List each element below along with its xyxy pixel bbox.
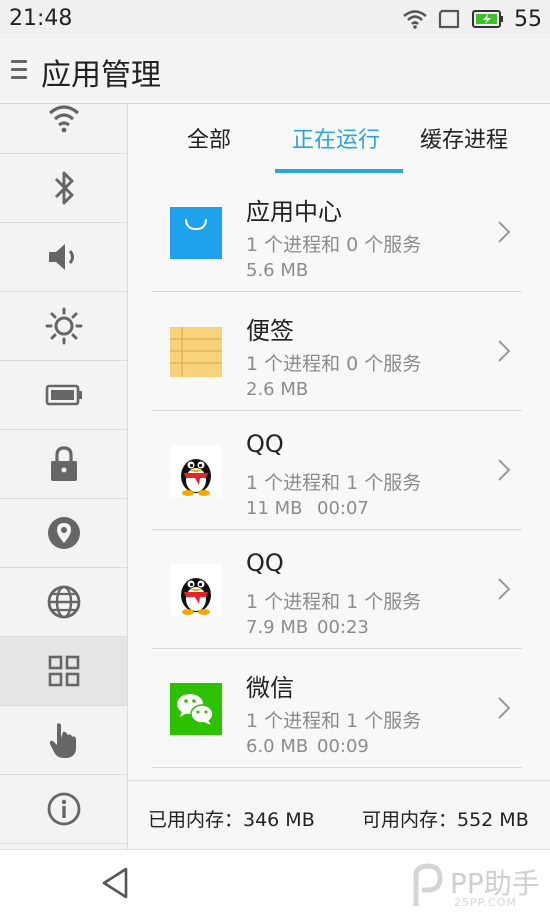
app-memory-size: 6.0 MB: [246, 736, 309, 757]
app-process-info: 1 个进程和 1 个服务: [246, 591, 422, 613]
app-name: 便签: [246, 317, 294, 345]
app-memory-size: 11 MB: [246, 498, 303, 519]
sidebar-item-apps[interactable]: [0, 637, 127, 706]
watermark-logo: PP助手 25PP.COM: [410, 858, 540, 914]
globe-icon: [47, 585, 80, 619]
qq-icon: [170, 564, 222, 616]
volume-icon: [48, 244, 74, 270]
app-process-info: 1 个进程和 1 个服务: [246, 472, 422, 494]
sim-card-icon: [438, 9, 460, 29]
battery-percent: 55: [514, 6, 542, 32]
status-bar: 21:48 55: [0, 0, 550, 38]
chevron-right-icon: [498, 340, 511, 362]
battery-icon: [45, 384, 82, 406]
app-memory-size: 5.6 MB: [246, 260, 309, 281]
back-icon[interactable]: [100, 866, 130, 900]
app-run-time: 00:23: [317, 617, 369, 638]
memory-free: 可用内存：552 MB: [362, 809, 529, 831]
qq-icon: [170, 445, 222, 497]
app-name: 微信: [246, 674, 294, 702]
chevron-right-icon: [498, 578, 511, 600]
sidebar-item-bluetooth[interactable]: [0, 154, 127, 223]
sidebar-item-about[interactable]: [0, 775, 127, 844]
lock-icon: [50, 446, 77, 481]
chevron-right-icon: [498, 221, 511, 243]
status-icons: 55: [402, 4, 542, 34]
app-name: QQ: [246, 430, 284, 458]
app-run-time: 00:09: [317, 736, 369, 757]
brightness-icon: [45, 307, 82, 345]
app-manager-content: 全部 正在运行 缓存进程 应用中心 1 个进程和 0 个服务 5.6 MB 便签…: [128, 104, 550, 849]
battery-charging-icon: [472, 10, 503, 28]
app-name: 应用中心: [246, 198, 342, 226]
app-row-qq[interactable]: QQ 1 个进程和 1 个服务 11 MB 00:07: [152, 412, 522, 530]
app-row-app-center[interactable]: 应用中心 1 个进程和 0 个服务 5.6 MB: [152, 174, 522, 292]
apps-grid-icon: [48, 655, 79, 687]
sidebar-item-location[interactable]: [0, 499, 127, 568]
notes-icon: [170, 327, 222, 377]
app-row-qq[interactable]: QQ 1 个进程和 1 个服务 7.9 MB 00:23: [152, 531, 522, 649]
wechat-icon: [170, 683, 222, 735]
memory-summary-bar: 已用内存：346 MB 可用内存：552 MB: [128, 780, 550, 849]
memory-used: 已用内存：346 MB: [148, 809, 315, 831]
info-icon: [47, 792, 80, 826]
sidebar-item-battery[interactable]: [0, 361, 127, 430]
sidebar-item-wifi[interactable]: [0, 85, 127, 154]
bluetooth-icon: [54, 171, 73, 205]
tab-running[interactable]: 正在运行: [292, 122, 380, 154]
app-name: QQ: [246, 549, 284, 577]
hand-gesture-icon: [49, 723, 76, 758]
chevron-right-icon: [498, 459, 511, 481]
sidebar-item-display[interactable]: [0, 292, 127, 361]
location-icon: [47, 517, 80, 549]
pp-logo-icon: [413, 863, 443, 906]
app-center-icon: [170, 207, 222, 259]
app-process-info: 1 个进程和 0 个服务: [246, 353, 422, 375]
tab-cached[interactable]: 缓存进程: [420, 122, 508, 154]
sidebar-item-gestures[interactable]: [0, 706, 127, 775]
sidebar-item-security[interactable]: [0, 430, 127, 499]
active-tab-indicator: [275, 169, 403, 173]
status-time: 21:48: [9, 6, 73, 31]
chevron-right-icon: [498, 697, 511, 719]
app-process-info: 1 个进程和 0 个服务: [246, 234, 422, 256]
navigation-bar: PP助手 25PP.COM: [0, 849, 550, 917]
settings-sidebar: [0, 104, 128, 849]
app-row-notes[interactable]: 便签 1 个进程和 0 个服务 2.6 MB: [152, 293, 522, 411]
watermark-subtext: 25PP.COM: [454, 896, 517, 909]
app-process-info: 1 个进程和 1 个服务: [246, 710, 422, 732]
app-memory-size: 7.9 MB: [246, 617, 309, 638]
wifi-icon: [48, 105, 79, 133]
app-row-wechat[interactable]: 微信 1 个进程和 1 个服务 6.0 MB 00:09: [152, 650, 522, 768]
app-memory-size: 2.6 MB: [246, 379, 309, 400]
sidebar-item-language[interactable]: [0, 568, 127, 637]
sidebar-item-sound[interactable]: [0, 223, 127, 292]
menu-icon[interactable]: [11, 60, 27, 82]
tab-all[interactable]: 全部: [187, 122, 231, 154]
wifi-signal-icon: [403, 10, 427, 29]
app-run-time: 00:07: [317, 498, 369, 519]
